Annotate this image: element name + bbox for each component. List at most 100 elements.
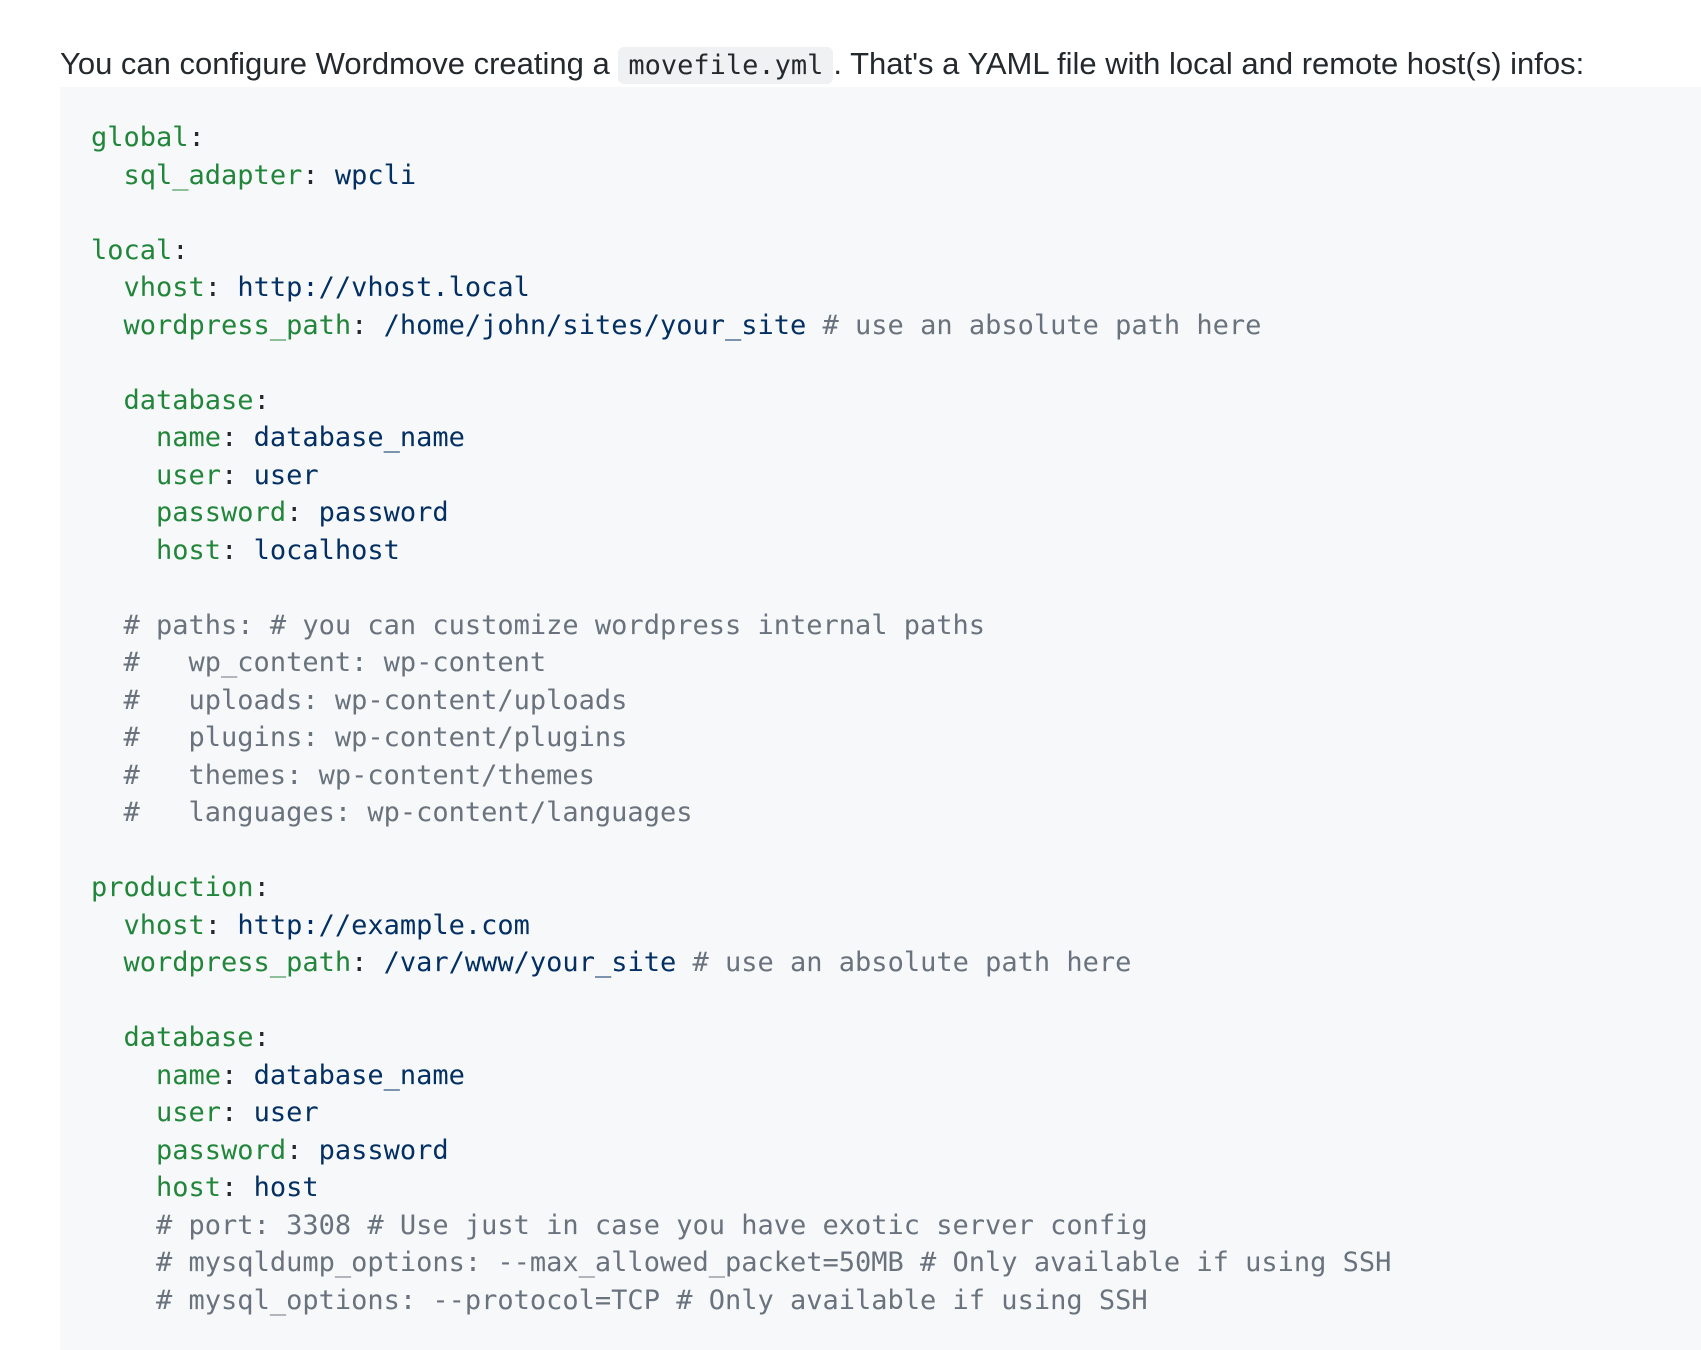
code-line: database: [91, 1019, 1701, 1057]
yaml-value: http://example.com [237, 909, 530, 941]
yaml-key: global [91, 122, 189, 153]
yaml-key: password [156, 1134, 287, 1166]
yaml-value: /home/john/sites/your_site [383, 309, 807, 341]
yaml-value: database_name [253, 422, 465, 453]
code-line: wordpress_path: /var/www/your_site # use… [91, 944, 1701, 982]
yaml-comment: # uploads: wp-content/uploads [123, 684, 628, 716]
yaml-comment: # themes: wp-content/themes [123, 759, 595, 791]
yaml-key: database [123, 384, 254, 416]
yaml-comment: # mysqldump_options: --max_allowed_packe… [156, 1247, 1392, 1278]
yaml-colon: : [188, 122, 205, 153]
code-line: # languages: wp-content/languages [91, 794, 1701, 832]
yaml-colon: : [253, 384, 270, 416]
yaml-key: user [156, 1097, 222, 1128]
yaml-colon: : [221, 459, 238, 491]
code-lines: global: sql_adapter: wpcli local: vhost: … [91, 119, 1701, 1319]
code-line: production: [91, 869, 1701, 907]
code-line: user: user [91, 457, 1701, 495]
code-line: host: host [91, 1169, 1701, 1207]
code-line: password: password [91, 494, 1701, 532]
yaml-comment: # mysql_options: --protocol=TCP # Only a… [156, 1284, 1148, 1316]
code-line: # mysql_options: --protocol=TCP # Only a… [91, 1282, 1701, 1320]
code-line: sql_adapter: wpcli [91, 157, 1701, 195]
yaml-value: http://vhost.local [237, 272, 530, 303]
yaml-value: user [253, 1097, 319, 1128]
yaml-colon: : [253, 872, 270, 903]
yaml-value: user [253, 459, 319, 491]
code-line: global: [91, 119, 1701, 157]
yaml-key: name [156, 422, 222, 453]
yaml-value: /var/www/your_site [383, 947, 677, 978]
code-line: vhost: http://example.com [91, 907, 1701, 945]
yaml-value: database_name [253, 1059, 465, 1091]
code-line: user: user [91, 1094, 1701, 1132]
intro-paragraph: You can configure Wordmove creating a mo… [60, 41, 1584, 89]
yaml-key: name [156, 1059, 222, 1091]
yaml-colon: : [351, 947, 368, 978]
yaml-key: production [91, 872, 254, 903]
code-line: # uploads: wp-content/uploads [91, 682, 1701, 720]
yaml-colon: : [302, 159, 319, 191]
intro-text-before: You can configure Wordmove creating a [60, 46, 619, 81]
code-line: vhost: http://vhost.local [91, 269, 1701, 307]
yaml-value: host [253, 1172, 319, 1203]
code-line: host: localhost [91, 532, 1701, 570]
yaml-value: localhost [253, 534, 400, 566]
yaml-colon: : [221, 1059, 238, 1091]
code-line: database: [91, 382, 1701, 420]
yaml-key: host [156, 1172, 222, 1203]
yaml-value: wpcli [334, 159, 417, 191]
yaml-key: database [123, 1022, 254, 1053]
yaml-colon: : [172, 234, 189, 266]
code-line: wordpress_path: /home/john/sites/your_si… [91, 307, 1701, 345]
yaml-colon: : [253, 1022, 270, 1053]
yaml-colon: : [221, 1172, 238, 1203]
yaml-colon: : [286, 497, 303, 528]
yaml-key: sql_adapter [123, 159, 303, 191]
yaml-key: vhost [123, 909, 205, 941]
yaml-comment: # use an absolute path here [822, 309, 1262, 341]
yaml-comment: # port: 3308 # Use just in case you have… [156, 1209, 1148, 1241]
yaml-key: password [156, 497, 287, 528]
code-line: password: password [91, 1132, 1701, 1170]
yaml-key: user [156, 459, 222, 491]
yaml-comment: # plugins: wp-content/plugins [123, 722, 628, 753]
yaml-colon: : [204, 909, 222, 941]
code-line: # paths: # you can customize wordpress i… [91, 607, 1701, 645]
yaml-key: vhost [123, 272, 205, 303]
yaml-key: local [91, 234, 173, 266]
code-line: name: database_name [91, 419, 1701, 457]
code-line: # plugins: wp-content/plugins [91, 719, 1701, 757]
yaml-code-block[interactable]: global: sql_adapter: wpcli local: vhost: … [60, 87, 1701, 1350]
inline-code-filename: movefile.yml [618, 47, 834, 84]
code-line: # themes: wp-content/themes [91, 757, 1701, 795]
yaml-colon: : [286, 1134, 303, 1166]
code-line: name: database_name [91, 1057, 1701, 1095]
